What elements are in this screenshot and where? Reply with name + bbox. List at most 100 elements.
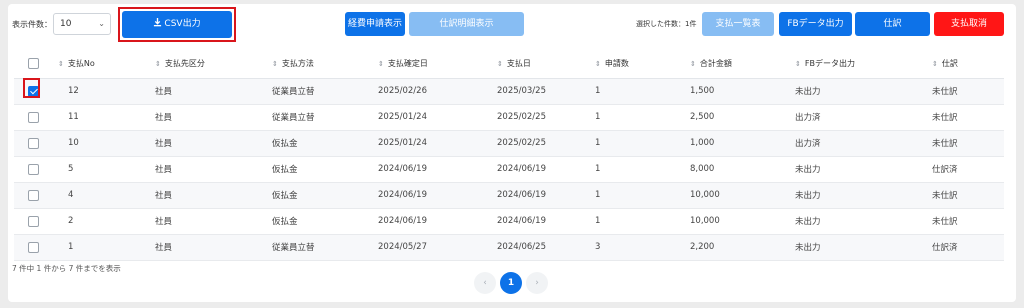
cell-total-amount: 10,000 [690,216,720,226]
cell-payment-date: 2025/03/25 [497,86,546,96]
row-select-cell [14,156,58,182]
toolbar: 表示件数： 10 ⌄ CSV出力 経費申請表示 仕訳明細表示 選択した件数：1件… [8,4,1016,44]
csv-export-label: CSV出力 [164,19,201,29]
cell-confirm-date: 2024/05/27 [378,242,427,252]
cell-payment-method: 仮払金 [272,217,298,227]
table-row[interactable]: 12 社員 従業員立替 2025/02/26 2025/03/25 1 1,500 未出力 未仕… [14,78,1004,104]
checkbox-highlight [23,78,40,98]
cell-payment-no: 2 [68,216,74,226]
cell-confirm-date: 2025/01/24 [378,138,427,148]
cell-confirm-date: 2024/06/19 [378,216,427,226]
expense-application-button[interactable]: 経費申請表示 [345,12,405,36]
header-application-count[interactable]: ⇕ 申請数 [595,50,690,79]
header-journal[interactable]: ⇕ 仕訳 [932,50,1004,79]
cell-journal-status: 未仕訳 [932,217,958,227]
cell-journal-status: 未仕訳 [932,113,958,123]
cell-payee-type: 社員 [155,243,173,253]
csv-export-button[interactable]: CSV出力 [122,11,232,38]
cell-application-count: 1 [595,86,601,96]
cell-payment-no: 4 [68,190,74,200]
cell-payment-no: 11 [68,112,79,122]
header-payment-date[interactable]: ⇕ 支払日 [497,50,595,79]
row-checkbox[interactable] [28,215,39,227]
cell-confirm-date: 2024/06/19 [378,190,427,200]
cell-journal-status: 仕訳済 [932,243,958,253]
cell-payment-date: 2025/02/25 [497,112,546,122]
select-all-checkbox[interactable] [28,58,39,70]
table-row[interactable]: 2 社員 仮払金 2024/06/19 2024/06/19 1 10,000 未出力 未仕訳 [14,208,1004,234]
sort-icon: ⇕ [795,60,801,69]
header-fb-export[interactable]: ⇕ FBデータ出力 [795,50,932,79]
sort-icon: ⇕ [155,60,161,69]
sort-icon: ⇕ [932,60,938,69]
table-row[interactable]: 4 社員 仮払金 2024/06/19 2024/06/19 1 10,000 未出力 未仕訳 [14,182,1004,208]
page-1-button[interactable]: 1 [500,272,522,294]
cell-application-count: 1 [595,138,601,148]
cell-payee-type: 社員 [155,165,173,175]
cell-total-amount: 1,500 [690,86,715,96]
payment-list-button[interactable]: 支払一覧表 [702,12,774,36]
cell-confirm-date: 2025/01/24 [378,112,427,122]
header-payee-type[interactable]: ⇕ 支払先区分 [155,50,272,79]
header-payment-method[interactable]: ⇕ 支払方法 [272,50,378,79]
row-select-cell [14,208,58,234]
header-total-amount[interactable]: ⇕ 合計金額 [690,50,795,79]
sort-icon: ⇕ [58,60,64,69]
table-row[interactable]: 10 社員 仮払金 2025/01/24 2025/02/25 1 1,000 出力済 未仕訳 [14,130,1004,156]
cell-payee-type: 社員 [155,217,173,227]
journal-button[interactable]: 仕訳 [855,12,930,36]
cell-payee-type: 社員 [155,87,173,97]
header-confirm-date[interactable]: ⇕ 支払確定日 [378,50,497,79]
payment-list-panel: 表示件数： 10 ⌄ CSV出力 経費申請表示 仕訳明細表示 選択した件数：1件… [8,4,1016,302]
cancel-payment-button[interactable]: 支払取消 [934,12,1004,36]
cell-payment-method: 従業員立替 [272,87,315,97]
chevron-down-icon: ⌄ [98,19,105,28]
cell-payment-method: 仮払金 [272,165,298,175]
journal-detail-button[interactable]: 仕訳明細表示 [409,12,524,36]
cell-fb-export-status: 未出力 [795,243,821,253]
cell-payment-date: 2024/06/19 [497,216,546,226]
cell-fb-export-status: 出力済 [795,139,821,149]
table-header-row: ⇕ 支払No ⇕ 支払先区分 ⇕ 支払方法 ⇕ 支払確定日 ⇕ 支払日 ⇕ 申請数 ⇕ 合計金… [14,50,1004,79]
next-page-button[interactable]: › [526,272,548,294]
row-select-cell [14,234,58,260]
cell-application-count: 1 [595,190,601,200]
header-payment-no[interactable]: ⇕ 支払No [58,50,155,79]
download-icon [154,18,162,27]
table-row[interactable]: 5 社員 仮払金 2024/06/19 2024/06/19 1 8,000 未出力 仕訳済 [14,156,1004,182]
fb-data-export-button[interactable]: FBデータ出力 [779,12,852,36]
pagination-summary: 7 件中 1 件から 7 件までを表示 [12,264,121,273]
sort-icon: ⇕ [690,60,696,69]
table-row[interactable]: 11 社員 従業員立替 2025/01/24 2025/02/25 1 2,500 出力済 未仕… [14,104,1004,130]
row-checkbox[interactable] [28,241,39,253]
cell-journal-status: 未仕訳 [932,87,958,97]
cell-payment-method: 仮払金 [272,139,298,149]
row-checkbox[interactable] [28,111,39,123]
cell-payee-type: 社員 [155,139,173,149]
cell-total-amount: 2,500 [690,112,715,122]
row-checkbox[interactable] [28,163,39,175]
row-checkbox[interactable] [28,137,39,149]
row-select-cell [14,104,58,130]
cell-payee-type: 社員 [155,191,173,201]
cell-payment-no: 1 [68,242,74,252]
cell-confirm-date: 2024/06/19 [378,164,427,174]
cell-application-count: 1 [595,216,601,226]
prev-page-button[interactable]: ‹ [474,272,496,294]
cell-payment-no: 12 [68,86,79,96]
display-count-value: 10 [60,19,72,29]
cell-fb-export-status: 出力済 [795,113,821,123]
select-all-cell [14,50,58,79]
cell-payment-date: 2024/06/19 [497,190,546,200]
cell-application-count: 1 [595,164,601,174]
cell-fb-export-status: 未出力 [795,87,821,97]
cell-payment-no: 10 [68,138,79,148]
cell-total-amount: 2,200 [690,242,715,252]
table-row[interactable]: 1 社員 従業員立替 2024/05/27 2024/06/25 3 2,200 未出力 仕訳済 [14,234,1004,260]
cell-payment-method: 仮払金 [272,191,298,201]
row-checkbox[interactable] [28,189,39,201]
display-count-select[interactable]: 10 ⌄ [53,13,111,35]
sort-icon: ⇕ [378,60,384,69]
sort-icon: ⇕ [595,60,601,69]
cell-application-count: 3 [595,242,601,252]
